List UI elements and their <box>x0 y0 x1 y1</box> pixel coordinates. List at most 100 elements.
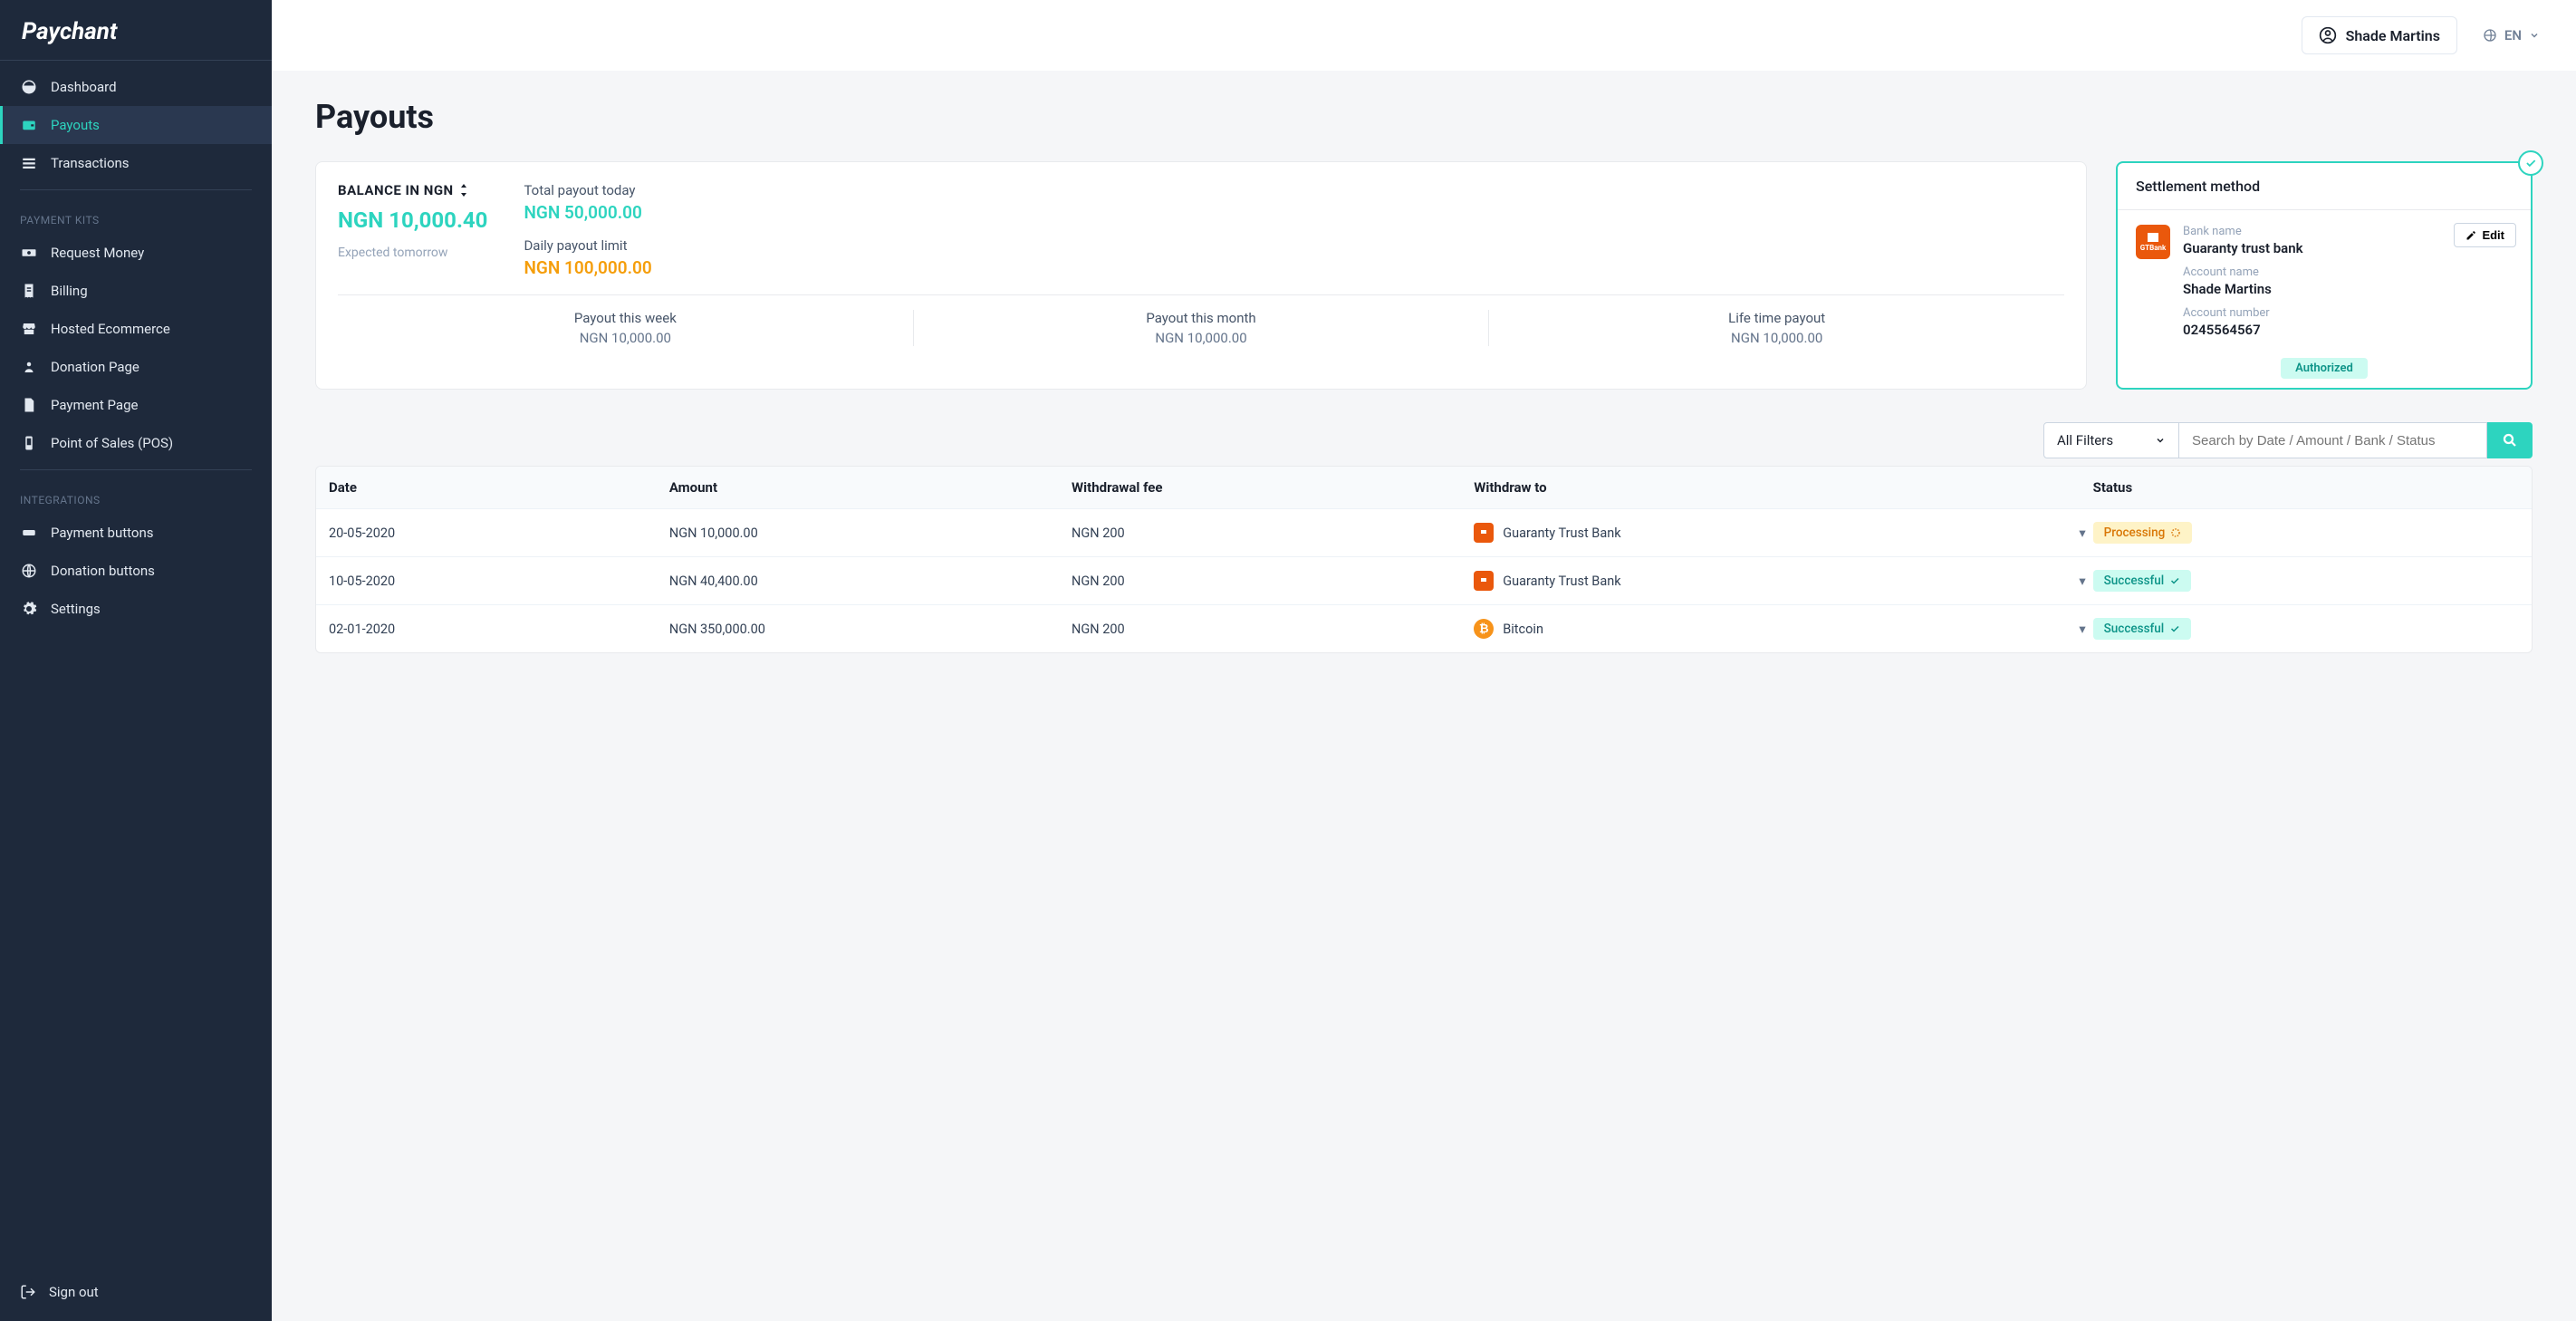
sidebar-item-donation-page[interactable]: Donation Page <box>0 348 272 386</box>
balance-label[interactable]: BALANCE IN NGN <box>338 182 487 198</box>
cell-status: Processing <box>2090 522 2523 544</box>
today-value: NGN 50,000.00 <box>524 202 2064 223</box>
sidebar-item-hosted-ecommerce[interactable]: Hosted Ecommerce <box>0 310 272 348</box>
sidebar-item-label: Settings <box>51 601 101 617</box>
lifetime-stat: Life time payout NGN 10,000.00 <box>1488 310 2064 346</box>
cell-withdraw-to[interactable]: ₿Bitcoin▾ <box>1470 619 2089 639</box>
sidebar-item-label: Donation Page <box>51 359 139 375</box>
limit-value: NGN 100,000.00 <box>524 257 2064 278</box>
account-number-label: Account number <box>2183 306 2513 320</box>
edit-button[interactable]: Edit <box>2454 223 2516 247</box>
today-label: Total payout today <box>524 182 2064 198</box>
sidebar-item-billing[interactable]: Billing <box>0 272 272 310</box>
cell-status: Successful <box>2090 618 2523 640</box>
sidebar-item-label: Transactions <box>51 155 130 171</box>
table-row[interactable]: 20-05-2020NGN 10,000.00NGN 200Guaranty T… <box>316 508 2532 556</box>
sidebar-item-label: Hosted Ecommerce <box>51 321 170 337</box>
week-stat: Payout this week NGN 10,000.00 <box>338 310 913 346</box>
sidebar-item-label: Payment buttons <box>51 525 154 541</box>
bank-icon <box>1474 523 1494 543</box>
limit-label: Daily payout limit <box>524 237 2064 254</box>
account-name: Shade Martins <box>2183 281 2513 297</box>
signout-icon <box>20 1284 36 1300</box>
sidebar-item-payment-page[interactable]: Payment Page <box>0 386 272 424</box>
sidebar: Paychant Dashboard Payouts Transactions … <box>0 0 272 1321</box>
sidebar-item-donation-buttons[interactable]: Donation buttons <box>0 552 272 590</box>
signout-label: Sign out <box>49 1284 99 1300</box>
main: Shade Martins EN Payouts BALANCE IN NGN <box>272 0 2576 1321</box>
status-badge: Successful <box>2093 570 2192 592</box>
cell-withdraw-to[interactable]: Guaranty Trust Bank▾ <box>1470 571 2089 591</box>
sidebar-item-label: Dashboard <box>51 79 117 95</box>
caret-down-icon: ▾ <box>2079 574 2085 589</box>
sidebar-item-pos[interactable]: Point of Sales (POS) <box>0 424 272 462</box>
filters-row: All Filters <box>315 422 2533 458</box>
signout-button[interactable]: Sign out <box>0 1274 272 1310</box>
bitcoin-icon: ₿ <box>1474 619 1494 639</box>
cell-amount: NGN 40,400.00 <box>666 574 1068 589</box>
balance-amount: NGN 10,000.40 <box>338 207 487 233</box>
search-input[interactable] <box>2179 422 2487 458</box>
table-header: Date Amount Withdrawal fee Withdraw to S… <box>316 467 2532 508</box>
sidebar-item-label: Billing <box>51 283 88 299</box>
pencil-icon <box>2465 230 2476 241</box>
button-icon <box>20 524 38 542</box>
sidebar-item-request-money[interactable]: Request Money <box>0 234 272 272</box>
page-title: Payouts <box>315 98 2533 136</box>
filter-select[interactable]: All Filters <box>2043 422 2179 458</box>
settlement-card: Settlement method GTBank Bank name Guara… <box>2116 161 2533 390</box>
payouts-table: Date Amount Withdrawal fee Withdraw to S… <box>315 466 2533 653</box>
sidebar-item-dashboard[interactable]: Dashboard <box>0 68 272 106</box>
sidebar-item-transactions[interactable]: Transactions <box>0 144 272 182</box>
col-amount: Amount <box>666 479 1068 496</box>
dashboard-icon <box>20 78 38 96</box>
user-icon <box>2319 26 2337 44</box>
donation-icon <box>20 358 38 376</box>
month-stat: Payout this month NGN 10,000.00 <box>913 310 1489 346</box>
divider <box>20 189 252 190</box>
sidebar-item-payment-buttons[interactable]: Payment buttons <box>0 514 272 552</box>
cell-fee: NGN 200 <box>1068 526 1470 541</box>
brand-logo: Paychant <box>0 0 272 61</box>
sort-icon <box>459 184 468 197</box>
authorized-badge: Authorized <box>2118 358 2531 375</box>
bank-logo: GTBank <box>2136 225 2170 259</box>
account-number: 0245564567 <box>2183 322 2513 338</box>
col-date: Date <box>325 479 666 496</box>
cell-fee: NGN 200 <box>1068 574 1470 589</box>
cell-withdraw-to[interactable]: Guaranty Trust Bank▾ <box>1470 523 2089 543</box>
money-icon <box>20 244 38 262</box>
device-icon <box>20 434 38 452</box>
sidebar-nav: Dashboard Payouts Transactions PAYMENT K… <box>0 61 272 1274</box>
cell-date: 10-05-2020 <box>325 574 666 589</box>
check-badge-icon <box>2518 150 2543 176</box>
sidebar-item-settings[interactable]: Settings <box>0 590 272 628</box>
table-row[interactable]: 02-01-2020NGN 350,000.00NGN 200₿Bitcoin▾… <box>316 604 2532 652</box>
chevron-down-icon <box>2155 435 2166 446</box>
balance-card: BALANCE IN NGN NGN 10,000.40 Expected to… <box>315 161 2087 390</box>
cell-date: 20-05-2020 <box>325 526 666 541</box>
status-badge: Successful <box>2093 618 2192 640</box>
section-payment-kits: PAYMENT KITS <box>0 198 272 234</box>
section-integrations: INTEGRATIONS <box>0 477 272 514</box>
sidebar-item-label: Payment Page <box>51 397 138 413</box>
language-select[interactable]: EN <box>2483 27 2540 43</box>
sidebar-item-label: Payouts <box>51 117 100 133</box>
col-fee: Withdrawal fee <box>1068 479 1470 496</box>
divider <box>20 469 252 470</box>
search-button[interactable] <box>2487 422 2533 458</box>
wallet-icon <box>20 116 38 134</box>
settlement-title: Settlement method <box>2118 163 2531 210</box>
page-icon <box>20 396 38 414</box>
cell-amount: NGN 350,000.00 <box>666 622 1068 637</box>
caret-down-icon: ▾ <box>2079 526 2085 541</box>
col-to: Withdraw to <box>1470 479 2089 496</box>
caret-down-icon: ▾ <box>2079 622 2085 637</box>
sidebar-item-payouts[interactable]: Payouts <box>0 106 272 144</box>
receipt-icon <box>20 282 38 300</box>
topbar: Shade Martins EN <box>272 0 2576 71</box>
expected-label: Expected tomorrow <box>338 246 487 260</box>
table-row[interactable]: 10-05-2020NGN 40,400.00NGN 200Guaranty T… <box>316 556 2532 604</box>
user-menu[interactable]: Shade Martins <box>2302 16 2457 54</box>
cell-date: 02-01-2020 <box>325 622 666 637</box>
